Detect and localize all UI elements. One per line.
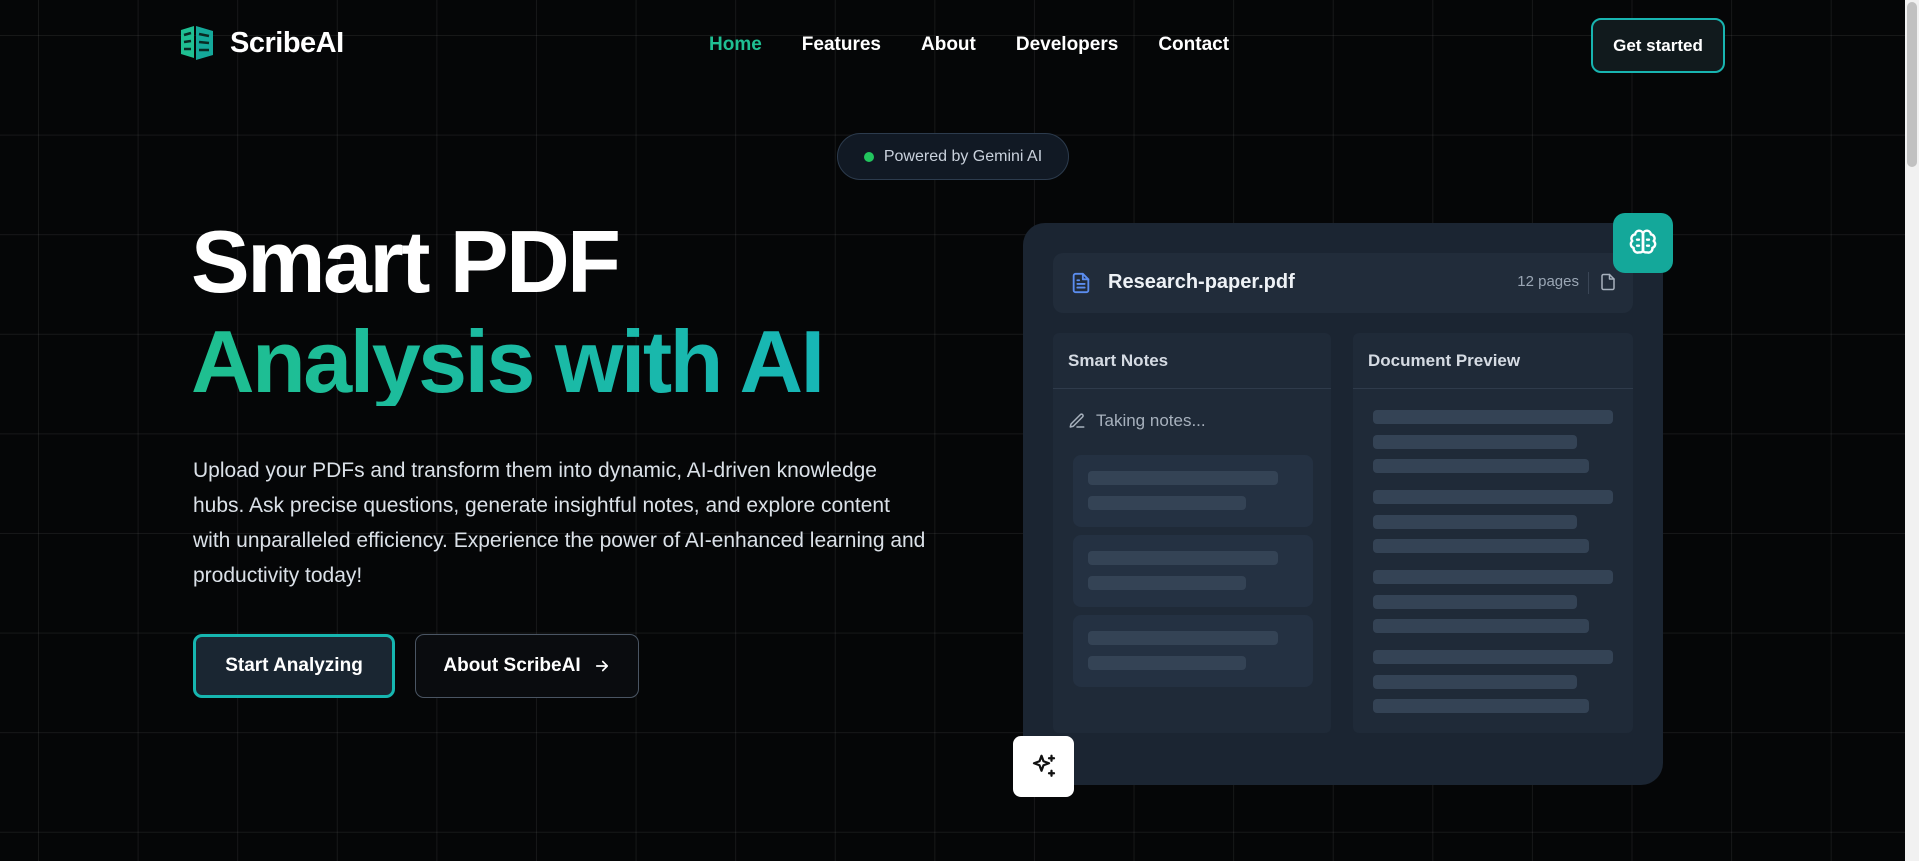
document-preview-title: Document Preview <box>1368 351 1521 370</box>
document-icon[interactable] <box>1599 271 1617 293</box>
start-analyzing-button[interactable]: Start Analyzing <box>193 634 395 698</box>
nav-home[interactable]: Home <box>709 34 762 56</box>
logo-icon <box>181 26 213 60</box>
smart-notes-panel: Smart Notes Taking notes... <box>1053 333 1331 733</box>
nav-about[interactable]: About <box>921 34 976 56</box>
status-dot <box>863 151 874 162</box>
smart-notes-title: Smart Notes <box>1068 351 1169 370</box>
powered-by-badge: Powered by Gemini AI <box>837 133 1069 180</box>
pencil-icon <box>1069 413 1085 428</box>
document-preview-panel: Document Preview <box>1353 333 1633 733</box>
note-skeleton <box>1073 615 1313 687</box>
main-nav: Home Features About Developers Contact <box>709 34 1229 56</box>
taking-notes-status: Taking notes... <box>1068 411 1206 431</box>
hero-title-line1: Smart PDF <box>191 212 621 311</box>
text-skeleton <box>1373 490 1613 504</box>
text-skeleton <box>1373 675 1577 689</box>
sparkles-icon <box>1032 754 1055 777</box>
text-skeleton <box>1373 515 1577 529</box>
taking-notes-label: Taking notes... <box>1096 411 1206 430</box>
text-skeleton <box>1373 539 1589 553</box>
divider <box>1588 272 1589 294</box>
page-scrollbar[interactable] <box>1905 0 1919 861</box>
file-header: Research-paper.pdf 12 pages <box>1053 253 1633 313</box>
text-skeleton <box>1373 595 1577 609</box>
text-skeleton <box>1373 410 1613 424</box>
note-skeleton <box>1073 455 1313 527</box>
arrow-right-icon <box>595 660 608 672</box>
divider <box>1053 388 1331 389</box>
nav-contact[interactable]: Contact <box>1158 34 1229 56</box>
nav-developers[interactable]: Developers <box>1016 34 1118 56</box>
text-skeleton <box>1373 650 1613 664</box>
about-scribeai-label: About ScribeAI <box>443 655 581 676</box>
text-skeleton <box>1373 459 1589 473</box>
text-skeleton <box>1373 699 1589 713</box>
sparkle-badge <box>1013 736 1074 797</box>
brand-logo[interactable]: ScribeAI <box>178 24 344 62</box>
about-scribeai-button[interactable]: About ScribeAI <box>415 634 639 698</box>
scroll-thumb[interactable] <box>1907 2 1917 167</box>
text-skeleton <box>1373 619 1589 633</box>
hero-title-line2: Analysis with AI <box>191 312 825 411</box>
nav-features[interactable]: Features <box>802 34 881 56</box>
file-text-icon <box>1072 272 1090 294</box>
hero-description: Upload your PDFs and transform them into… <box>193 459 926 587</box>
divider <box>1353 388 1633 389</box>
brand-name: ScribeAI <box>230 26 344 59</box>
get-started-button[interactable]: Get started <box>1591 18 1725 73</box>
text-skeleton <box>1373 570 1613 584</box>
powered-by-label: Powered by Gemini AI <box>883 147 1043 165</box>
file-name: Research-paper.pdf <box>1108 271 1295 293</box>
note-skeleton <box>1073 535 1313 607</box>
text-skeleton <box>1373 435 1577 449</box>
page-count: 12 pages <box>1517 273 1579 290</box>
brain-badge <box>1613 213 1673 273</box>
brain-icon <box>1629 229 1657 254</box>
